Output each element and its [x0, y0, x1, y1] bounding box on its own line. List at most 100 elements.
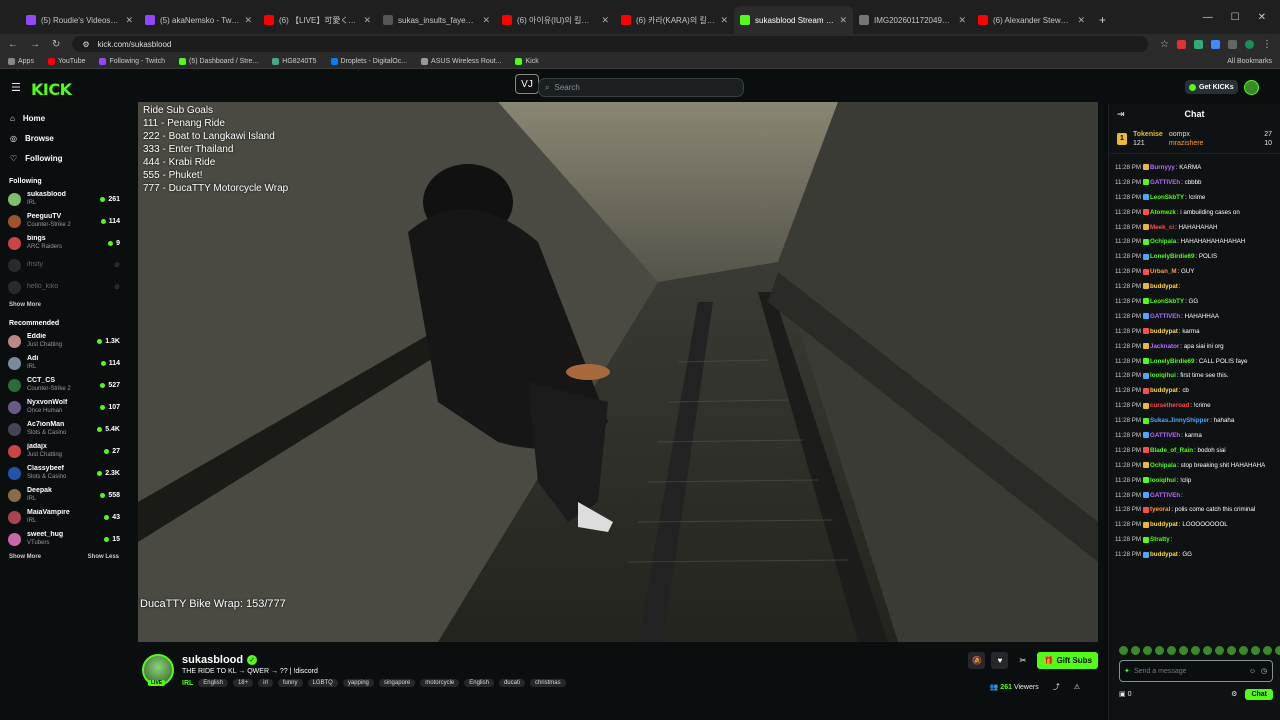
browser-tab[interactable]: (6) 아이유(IU)의 킬링보이스를 ✕ — [496, 6, 615, 34]
nav-following[interactable]: ♡ Following — [0, 148, 128, 168]
bookmark-item[interactable]: Following - Twitch — [99, 57, 165, 65]
message-username[interactable]: LeonSkbTY — [1150, 298, 1184, 305]
browser-tab[interactable]: (6) 카라(KARA)의 킬링보이스를 ✕ — [615, 6, 734, 34]
stream-tag[interactable]: 18+ — [232, 679, 254, 687]
kebab-menu-icon[interactable]: ⋮ — [1262, 39, 1272, 50]
message-username[interactable]: looiqihui — [1150, 372, 1176, 379]
minimize-icon[interactable]: — — [1203, 12, 1213, 23]
new-tab-icon[interactable]: + — [1091, 13, 1114, 34]
emote[interactable] — [1119, 646, 1128, 655]
channel-item[interactable]: ihsity ⊘ — [0, 254, 128, 276]
collapse-chat-icon[interactable]: ⇥ — [1117, 109, 1125, 120]
show-less-button[interactable]: Show Less — [88, 554, 119, 560]
report-icon[interactable]: ⚠ — [1074, 683, 1080, 691]
message-username[interactable]: Atomezk — [1150, 209, 1176, 216]
kick-logo[interactable]: KICK — [31, 80, 72, 99]
channel-item[interactable]: Ac7ionMan Slots & Casino 5.4K — [0, 418, 128, 440]
message-username[interactable]: buddypat — [1150, 387, 1178, 394]
vj-extension-button[interactable]: VJ — [515, 74, 539, 94]
video-player[interactable]: Ride Sub Goals 111 - Penang Ride 222 - Boa… — [138, 102, 1098, 642]
stream-tag[interactable]: ducati — [498, 679, 525, 687]
message-username[interactable]: Blade_of_Rain — [1150, 447, 1193, 454]
emote[interactable] — [1143, 646, 1152, 655]
extension-icon[interactable] — [1177, 39, 1186, 49]
channel-item[interactable]: Adi IRL 114 — [0, 352, 128, 374]
gift-subs-button[interactable]: 🎁 Gift Subs — [1037, 652, 1098, 669]
channel-item[interactable]: bings ARC Raiders 9 — [0, 232, 128, 254]
close-tab-icon[interactable]: ✕ — [720, 15, 728, 26]
url-field[interactable]: ⚙ kick.com/sukasblood — [72, 36, 1149, 52]
message-username[interactable]: LonelyBirdie69 — [1150, 358, 1194, 365]
message-username[interactable]: Stratty — [1150, 536, 1170, 543]
emote[interactable] — [1215, 646, 1224, 655]
maximize-icon[interactable]: ☐ — [1231, 12, 1240, 23]
browser-tab[interactable]: (6) Alexander Stewart - The Wr ✕ — [972, 6, 1091, 34]
bookmark-item[interactable]: ASUS Wireless Rout... — [421, 57, 501, 65]
stream-tag[interactable]: English — [464, 679, 494, 687]
message-username[interactable]: tyeoral — [1150, 506, 1170, 513]
channel-item[interactable]: MaiaVampire IRL 43 — [0, 506, 128, 528]
extension-icon[interactable] — [1211, 39, 1220, 49]
stream-tag[interactable]: christmas — [529, 679, 566, 687]
message-username[interactable]: Ochipala — [1150, 462, 1176, 469]
forward-icon[interactable]: → — [30, 39, 40, 50]
show-more-recommended-button[interactable]: Show More — [9, 554, 41, 560]
message-username[interactable]: LeonSkbTY — [1150, 194, 1184, 201]
share-icon[interactable]: ⤴ — [1053, 682, 1060, 692]
emote[interactable] — [1251, 646, 1260, 655]
message-username[interactable]: GATTIVEh — [1150, 179, 1180, 186]
bookmark-item[interactable]: (5) Dashboard / Stre... — [179, 57, 258, 65]
message-username[interactable]: GATTIVEh — [1150, 432, 1180, 439]
emote[interactable] — [1203, 646, 1212, 655]
channel-item[interactable]: NyxvonWolf Once Human 107 — [0, 396, 128, 418]
get-kicks-button[interactable]: Get KICKs — [1185, 80, 1238, 94]
message-username[interactable]: buddypat — [1150, 521, 1178, 528]
bookmark-item[interactable]: Droplets - DigitalOc... — [330, 57, 407, 65]
emote[interactable] — [1275, 646, 1280, 655]
channel-item[interactable]: sweet_hug VTubers 15 — [0, 528, 128, 550]
emote[interactable] — [1263, 646, 1272, 655]
category-link[interactable]: IRL — [182, 680, 193, 687]
channel-item[interactable]: Eddie Just Chatting 1.3K — [0, 330, 128, 352]
extension-icon[interactable] — [1194, 39, 1203, 49]
emote[interactable] — [1227, 646, 1236, 655]
stream-tag[interactable]: funny — [277, 679, 303, 687]
clock-icon[interactable]: ◷ — [1261, 667, 1267, 675]
close-tab-icon[interactable]: ✕ — [601, 15, 609, 26]
channel-item[interactable]: Deepak IRL 558 — [0, 484, 128, 506]
browser-tab[interactable]: (5) Roudie's Videos - Twitch ✕ — [20, 6, 139, 34]
message-username[interactable]: buddypat — [1150, 283, 1178, 290]
bookmark-star-icon[interactable]: ☆ — [1160, 39, 1169, 50]
user-avatar[interactable] — [1244, 80, 1259, 95]
stream-tag[interactable]: English — [198, 679, 228, 687]
message-username[interactable]: Burnyyy — [1150, 164, 1175, 171]
hamburger-menu-icon[interactable]: ☰ — [11, 81, 21, 94]
message-username[interactable]: buddypat — [1150, 328, 1178, 335]
channel-item[interactable]: Classybeef Slots & Casino 2.3K — [0, 462, 128, 484]
channel-item[interactable]: hello_kiko ⊘ — [0, 276, 128, 298]
emote-picker-icon[interactable]: ☺ — [1249, 668, 1256, 675]
nav-browse[interactable]: ◎ Browse — [0, 128, 128, 148]
close-tab-icon[interactable]: ✕ — [244, 15, 252, 26]
message-username[interactable]: LonelyBirdie69 — [1150, 253, 1194, 260]
message-username[interactable]: Ochipala — [1150, 238, 1176, 245]
emote[interactable] — [1191, 646, 1200, 655]
browser-tab[interactable]: (5) akaNemsko - Twitch ✕ — [139, 6, 258, 34]
close-tab-icon[interactable]: ✕ — [1077, 15, 1085, 26]
profile-avatar[interactable] — [1245, 39, 1254, 49]
all-bookmarks-button[interactable]: All Bookmarks — [1227, 58, 1272, 65]
emote[interactable] — [1131, 646, 1140, 655]
bookmark-item[interactable]: Apps — [8, 57, 34, 65]
emote[interactable] — [1155, 646, 1164, 655]
streamer-name[interactable]: sukasblood — [182, 654, 243, 666]
emote[interactable] — [1167, 646, 1176, 655]
stream-tag[interactable]: irl — [258, 679, 273, 687]
bookmark-item[interactable]: YouTube — [47, 57, 85, 65]
points-icon[interactable]: ▣ — [1119, 691, 1126, 698]
clip-icon[interactable]: ✂ — [1014, 652, 1031, 669]
bookmark-item[interactable]: HG8240T5 — [272, 57, 317, 65]
emote[interactable] — [1239, 646, 1248, 655]
close-window-icon[interactable]: ✕ — [1258, 12, 1266, 23]
close-tab-icon[interactable]: ✕ — [363, 15, 371, 26]
message-username[interactable]: cursetheroad — [1150, 402, 1189, 409]
